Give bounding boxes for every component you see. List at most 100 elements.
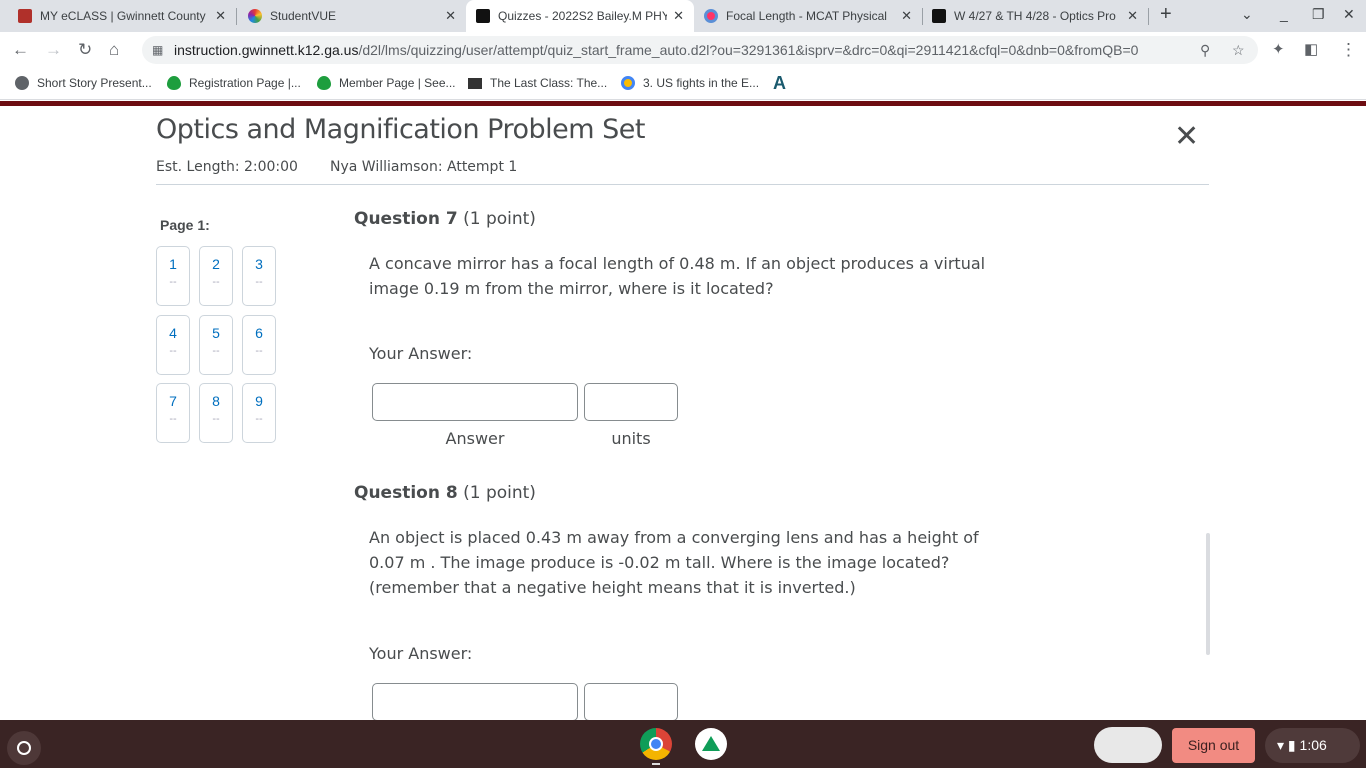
- bookmark-label: Registration Page |...: [189, 76, 301, 90]
- question-nav-button-4[interactable]: 4 --: [156, 315, 190, 375]
- leaf-icon: [317, 76, 331, 90]
- tab-eclass[interactable]: MY eCLASS | Gwinnett County ✕: [8, 0, 236, 32]
- question-nav-button-1[interactable]: 1 --: [156, 246, 190, 306]
- site-info-icon[interactable]: ▦: [152, 36, 163, 64]
- question-status: --: [212, 276, 220, 288]
- close-tab-icon[interactable]: ✕: [215, 8, 226, 24]
- tab-focal-length[interactable]: Focal Length - MCAT Physical ✕: [694, 0, 922, 32]
- attempt-info: Nya Williamson: Attempt 1: [330, 159, 518, 175]
- question-number: 2: [212, 256, 220, 272]
- bookmark-registration[interactable]: Registration Page |...: [167, 76, 301, 90]
- your-answer-label: Your Answer:: [369, 644, 473, 663]
- bookmarks-bar: Short Story Present... Registration Page…: [0, 68, 1366, 100]
- bookmark-star-icon[interactable]: ☆: [1232, 36, 1245, 64]
- d2l-icon: [476, 9, 490, 23]
- address-bar[interactable]: ▦ instruction.gwinnett.k12.ga.us/d2l/lms…: [142, 36, 1258, 64]
- home-icon[interactable]: ⌂: [109, 40, 119, 60]
- question-nav-button-7[interactable]: 7 --: [156, 383, 190, 443]
- google-drive-icon[interactable]: [695, 728, 727, 760]
- tab-title: Quizzes - 2022S2 Bailey.M PHY: [498, 9, 668, 23]
- question-status: --: [255, 345, 263, 357]
- bookmark-label: The Last Class: The...: [490, 76, 608, 90]
- a-logo-icon: A: [773, 73, 786, 93]
- bookmark-us-fights[interactable]: 3. US fights in the E...: [621, 76, 759, 90]
- question-number: 9: [255, 393, 263, 409]
- account-avatars[interactable]: [1094, 727, 1162, 763]
- globe-icon: [15, 76, 29, 90]
- close-tab-icon[interactable]: ✕: [673, 8, 684, 24]
- zoom-icon[interactable]: ⚲: [1200, 36, 1210, 64]
- tab-studentvue[interactable]: StudentVUE ✕: [238, 0, 466, 32]
- url-path: /d2l/lms/quizzing/user/attempt/quiz_star…: [358, 42, 1139, 58]
- compass-icon: [621, 76, 635, 90]
- reload-icon[interactable]: ↻: [78, 40, 92, 60]
- side-panel-icon[interactable]: ◧: [1304, 40, 1318, 58]
- q8-answer-input[interactable]: [372, 683, 578, 721]
- question-number: 3: [255, 256, 263, 272]
- divider: [156, 184, 1209, 185]
- book-icon: [468, 77, 482, 89]
- question-number: 7: [169, 393, 177, 409]
- q8-units-input[interactable]: [584, 683, 678, 721]
- question-number: 4: [169, 325, 177, 341]
- question-points: (1 point): [463, 209, 536, 229]
- eclass-icon: [18, 9, 32, 23]
- question-number: 8: [212, 393, 220, 409]
- chrome-icon[interactable]: [640, 728, 672, 760]
- question-nav-button-2[interactable]: 2 --: [199, 246, 233, 306]
- tab-search-icon[interactable]: ⌄: [1241, 6, 1253, 23]
- question-number: 1: [169, 256, 177, 272]
- bookmark-label: Member Page | See...: [339, 76, 456, 90]
- units-caption: units: [611, 429, 651, 448]
- question-nav-button-3[interactable]: 3 --: [242, 246, 276, 306]
- back-icon[interactable]: ←: [12, 40, 29, 60]
- status-tray[interactable]: ▾ ▮ 1:06: [1265, 728, 1360, 763]
- est-length: Est. Length: 2:00:00: [156, 159, 298, 175]
- question-nav-button-5[interactable]: 5 --: [199, 315, 233, 375]
- q7-answer-input[interactable]: [372, 383, 578, 421]
- question-status: --: [212, 345, 220, 357]
- bookmark-last-class[interactable]: The Last Class: The...: [468, 76, 607, 90]
- question-status: --: [255, 413, 263, 425]
- question-8-text: An object is placed 0.43 m away from a c…: [369, 528, 979, 597]
- menu-icon[interactable]: ⋮: [1340, 40, 1357, 60]
- extensions-icon[interactable]: ✦: [1272, 40, 1285, 58]
- battery-icon: ▮: [1287, 737, 1296, 753]
- minimize-icon[interactable]: _: [1280, 6, 1288, 22]
- leaf-icon: [167, 76, 181, 90]
- forward-icon[interactable]: →: [45, 40, 62, 60]
- answer-caption: Answer: [445, 429, 505, 448]
- tab-title: Focal Length - MCAT Physical: [726, 9, 887, 23]
- scrollbar[interactable]: [1206, 533, 1210, 655]
- url-host: instruction.gwinnett.k12.ga.us: [174, 42, 359, 58]
- new-tab-button[interactable]: +: [1160, 3, 1172, 26]
- close-quiz-icon[interactable]: ✕: [1174, 122, 1199, 152]
- tab-title: MY eCLASS | Gwinnett County: [40, 9, 206, 23]
- bookmark-short-story[interactable]: Short Story Present...: [15, 76, 152, 90]
- window-close-icon[interactable]: ✕: [1343, 6, 1355, 23]
- question-number: 6: [255, 325, 263, 341]
- clock: 1:06: [1299, 737, 1327, 753]
- bookmark-member-page[interactable]: Member Page | See...: [317, 76, 456, 90]
- wifi-icon: ▾: [1277, 737, 1285, 753]
- question-nav-button-8[interactable]: 8 --: [199, 383, 233, 443]
- close-tab-icon[interactable]: ✕: [901, 8, 912, 24]
- close-tab-icon[interactable]: ✕: [445, 8, 456, 24]
- tab-quizzes[interactable]: Quizzes - 2022S2 Bailey.M PHY ✕: [466, 0, 694, 32]
- page-label: Page 1:: [160, 217, 210, 233]
- os-shelf: Sign out ▾ ▮ 1:06: [0, 720, 1366, 768]
- studentvue-icon: [248, 9, 262, 23]
- tab-optics[interactable]: W 4/27 & TH 4/28 - Optics Pro ✕: [922, 0, 1148, 32]
- launcher-icon[interactable]: [7, 731, 41, 765]
- close-tab-icon[interactable]: ✕: [1127, 8, 1138, 24]
- tab-title: W 4/27 & TH 4/28 - Optics Pro: [954, 9, 1116, 23]
- question-status: --: [169, 345, 177, 357]
- question-nav-button-9[interactable]: 9 --: [242, 383, 276, 443]
- focal-icon: [704, 9, 718, 23]
- question-status: --: [169, 276, 177, 288]
- question-nav-button-6[interactable]: 6 --: [242, 315, 276, 375]
- restore-icon[interactable]: ❐: [1312, 6, 1325, 23]
- q7-units-input[interactable]: [584, 383, 678, 421]
- sign-out-button[interactable]: Sign out: [1172, 728, 1255, 763]
- bookmark-a-logo[interactable]: A: [773, 73, 786, 94]
